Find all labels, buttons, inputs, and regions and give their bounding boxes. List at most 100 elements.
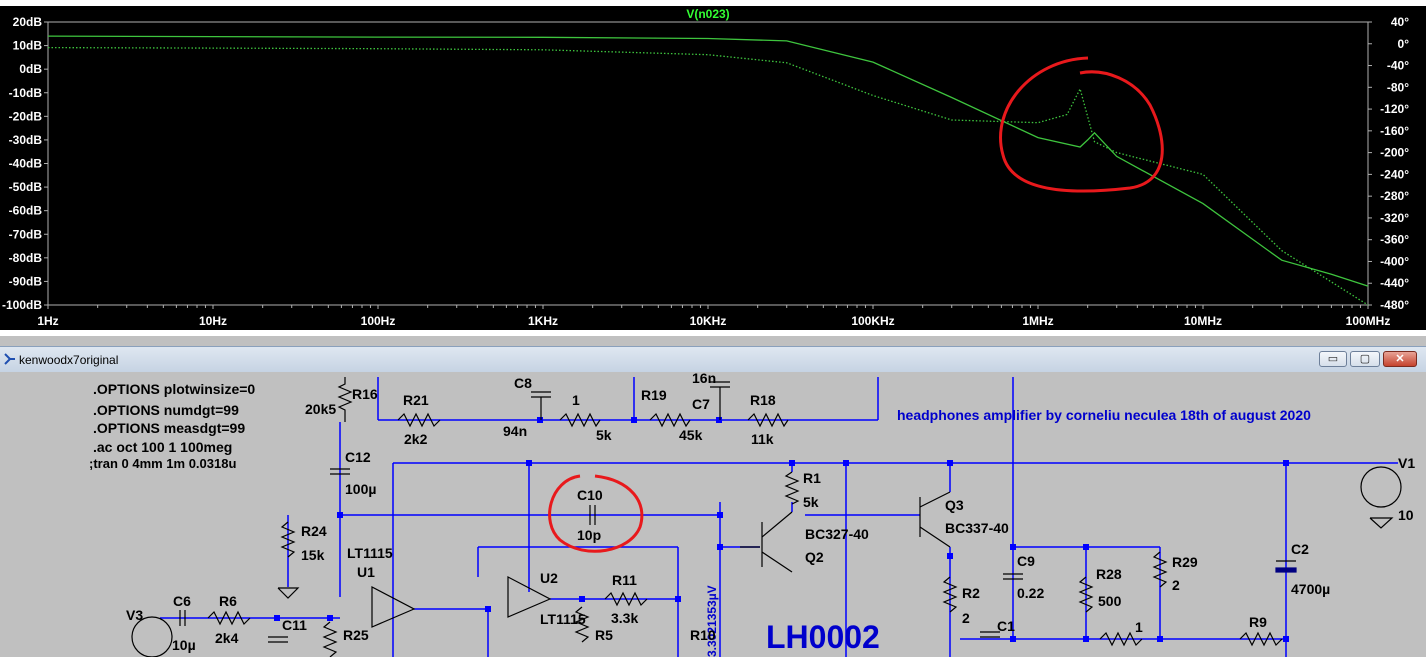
y-left-tick-label: -30dB [9,133,43,147]
directive-line[interactable]: .ac oct 100 1 100meg [93,439,232,455]
x-tick-label: 100KHz [851,314,894,328]
label-R-1: 1 [572,392,580,408]
x-tick-label: 100MHz [1346,314,1391,328]
label-C12: C12 [345,449,371,465]
x-tick-label: 1KHz [528,314,558,328]
y-left-tick-label: 10dB [13,39,43,53]
label-R18: R18 [750,392,776,408]
value-R-1: 5k [596,427,612,443]
y-left-tick-label: -20dB [9,109,43,123]
y-right-tick-label: -320° [1380,211,1409,225]
label-Q3: Q3 [945,497,964,513]
schematic-titlebar[interactable]: kenwoodx7original ▭ ▢ ✕ [0,346,1426,372]
label-C2: C2 [1291,541,1309,557]
label-Q2: Q2 [805,549,824,565]
label-V3: V3 [126,607,143,623]
y-right-tick-label: -360° [1380,233,1409,247]
directive-line[interactable]: .OPTIONS measdgt=99 [93,420,245,436]
waveform-plot[interactable]: V(n023) 1Hz 10Hz 100Hz 1KHz 10KHz 100KHz 1MHz 1… [0,0,1426,336]
y-left-tick-label: -40dB [9,157,43,171]
type-U2: LT1115 [540,611,586,627]
close-icon: ✕ [1395,353,1405,365]
directive-line[interactable]: ;tran 0 4mm 1m 0.0318u [89,456,236,471]
value-C8: 94n [503,423,527,439]
value-R2: 2 [962,610,970,626]
value-V1: 10 [1398,507,1414,523]
x-tick-label: 1Hz [37,314,58,328]
y-left-tick-label: -60dB [9,204,43,218]
label-R29: R29 [1172,554,1198,570]
label-R28: R28 [1096,566,1122,582]
label-R25: R25 [343,627,369,643]
value-R1: 5k [803,494,819,510]
value-C2: 4700µ [1291,581,1330,597]
y-left-tick-label: -70dB [9,227,43,241]
label-U1: U1 [357,564,375,580]
label-C6: C6 [173,593,191,609]
label-C11: C11 [282,617,307,633]
maximize-icon: ▢ [1359,353,1371,365]
value-C6: 10µ [172,637,196,653]
y-left-tick-label: -90dB [9,274,43,288]
schematic-canvas[interactable]: .OPTIONS plotwinsize=0 .OPTIONS numdgt=9… [0,372,1426,657]
schematic-window[interactable]: kenwoodx7original ▭ ▢ ✕ .OPTIONS plotwin… [0,346,1426,657]
x-tick-label: 10MHz [1184,314,1222,328]
x-tick-label: 100Hz [361,314,396,328]
schematic-comment[interactable]: headphones amplifier by corneliu neculea… [897,407,1311,423]
label-R-1-bottom: 1 [1135,619,1143,635]
label-R9: R9 [1249,614,1267,630]
value-R24: 15k [301,547,325,563]
probe-value-label: 3.3021353µV [705,585,719,657]
x-tick-label: 1MHz [1022,314,1053,328]
label-V1: V1 [1398,455,1415,471]
value-R11: 3.3k [611,610,638,626]
type-Q2: BC327-40 [805,526,869,542]
y-right-tick-label: -80° [1387,80,1409,94]
y-right-tick-label: -160° [1380,124,1409,138]
y-right-tick-label: -40° [1387,59,1409,73]
value-R18: 11k [751,431,774,447]
label-R24: R24 [301,523,327,539]
label-R19: R19 [641,387,667,403]
label-R5: R5 [595,627,613,643]
label-C9: C9 [1017,553,1035,569]
trace-title[interactable]: V(n023) [686,7,729,21]
x-tick-label: 10Hz [199,314,227,328]
plot-pane[interactable]: V(n023) 1Hz 10Hz 100Hz 1KHz 10KHz 100KHz 1MHz 1… [0,0,1426,336]
y-right-tick-label: 0° [1398,37,1410,51]
label-C10: C10 [577,487,603,503]
value-C12: 100µ [345,481,376,497]
minimize-button[interactable]: ▭ [1319,351,1347,367]
type-U1: LT1115 [347,545,393,561]
y-left-tick-label: -50dB [9,180,43,194]
y-left-tick-label: -100dB [2,298,42,312]
y-right-tick-label: -200° [1380,146,1409,160]
ltspice-app-icon [4,353,15,365]
y-left-tick-label: 20dB [13,15,43,29]
value-R6: 2k4 [215,630,239,646]
y-right-tick-label: -480° [1380,298,1409,312]
value-R16: 20k5 [305,401,336,417]
directive-line[interactable]: .OPTIONS numdgt=99 [93,402,239,418]
x-tick-label: 10KHz [690,314,727,328]
value-C10: 10p [577,527,601,543]
label-R16: R16 [352,386,378,402]
y-right-tick-label: 40° [1391,15,1409,29]
close-button[interactable]: ✕ [1383,351,1417,367]
label-R11: R11 [612,572,637,588]
label-R21: R21 [403,392,429,408]
directive-line[interactable]: .OPTIONS plotwinsize=0 [93,381,255,397]
maximize-button[interactable]: ▢ [1350,351,1380,367]
y-right-tick-label: -400° [1380,254,1409,268]
spice-directives[interactable]: .OPTIONS plotwinsize=0 .OPTIONS numdgt=9… [89,381,255,471]
label-R1: R1 [803,470,821,486]
net-label-lh0002[interactable]: LH0002 [766,619,880,655]
y-right-tick-label: -120° [1380,102,1409,116]
y-left-tick-label: 0dB [19,62,42,76]
value-R19: 45k [679,427,703,443]
label-R2: R2 [962,585,980,601]
label-C7: C7 [692,396,710,412]
label-U2: U2 [540,570,558,586]
minimize-icon: ▭ [1327,353,1339,365]
y-left-tick-label: -80dB [9,251,43,265]
